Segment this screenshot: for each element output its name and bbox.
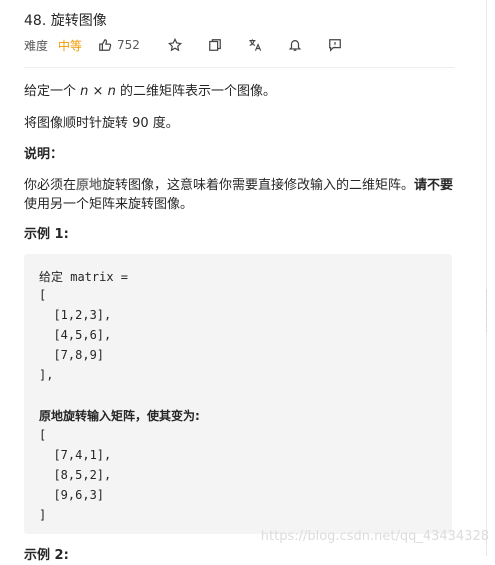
code-line: [1,2,3],	[39, 308, 112, 322]
example-2-heading: 示例 2:	[24, 548, 69, 563]
panel-resize-handle[interactable]	[486, 290, 490, 332]
translate-button[interactable]	[248, 37, 262, 53]
example-1-heading: 示例 1:	[24, 227, 69, 242]
problem-title: 48. 旋转图像	[24, 13, 107, 29]
translate-icon	[249, 39, 262, 51]
text-segment: 旋转图像，这意味着你需要直接修改输入的二维矩阵。	[102, 178, 415, 193]
share-icon	[209, 39, 221, 51]
code-line: [7,8,9]	[39, 348, 105, 362]
difficulty-label: 难度	[24, 38, 49, 53]
problem-panel: 48. 旋转图像 难度 中等 752 给定一个 n × n 的二维矩阵表示一个图…	[0, 0, 487, 563]
in-place-link[interactable]: 原地	[76, 178, 102, 193]
text-segment: ×	[88, 84, 108, 99]
emphasis-text: 请不要	[414, 178, 454, 193]
difficulty-badge: 中等	[58, 38, 83, 53]
code-line: [8,5,2],	[39, 468, 112, 482]
example-code-block: 给定 matrix = [ [1,2,3], [4,5,6], [7,8,9] …	[24, 254, 452, 534]
description-line-1: 给定一个 n × n 的二维矩阵表示一个图像。	[24, 83, 276, 101]
note-heading: 说明：	[24, 147, 64, 162]
like-button[interactable]: 752	[98, 37, 140, 53]
code-line: ]	[39, 508, 47, 522]
code-line: [	[39, 428, 47, 442]
code-line: [4,5,6],	[39, 328, 112, 342]
favorite-button[interactable]	[167, 37, 182, 53]
description-line-2: 将图像顺时针旋转 90 度。	[24, 116, 179, 131]
text-segment: 你必须在	[24, 178, 77, 193]
code-line: 给定 matrix =	[39, 270, 129, 284]
star-icon	[167, 38, 182, 52]
text-segment: 使用另一个矩阵来旋转图像。	[24, 197, 194, 212]
divider	[24, 67, 454, 68]
bell-icon	[288, 40, 302, 51]
feedback-icon	[329, 39, 341, 52]
code-line: [7,4,1],	[39, 448, 112, 462]
notification-button[interactable]	[288, 37, 302, 53]
thumbs-up-icon	[99, 39, 112, 51]
math-n: n	[107, 84, 116, 99]
text-segment: 给定一个	[24, 84, 81, 99]
watermark: https://blog.csdn.net/qq_43434328	[260, 529, 489, 544]
like-count: 752	[117, 38, 140, 52]
share-button[interactable]	[208, 37, 222, 53]
note-paragraph: 你必须在原地旋转图像，这意味着你需要直接修改输入的二维矩阵。请不要使用另一个矩阵…	[24, 176, 456, 214]
text-segment: 的二维矩阵表示一个图像。	[115, 84, 276, 99]
code-line: [	[39, 288, 47, 302]
code-line: [9,6,3]	[39, 488, 105, 502]
problem-toolbar: 难度 中等 752	[24, 37, 342, 53]
code-line: ],	[39, 368, 54, 382]
feedback-button[interactable]	[328, 37, 342, 53]
code-line: 原地旋转输入矩阵，使其变为:	[39, 409, 200, 423]
